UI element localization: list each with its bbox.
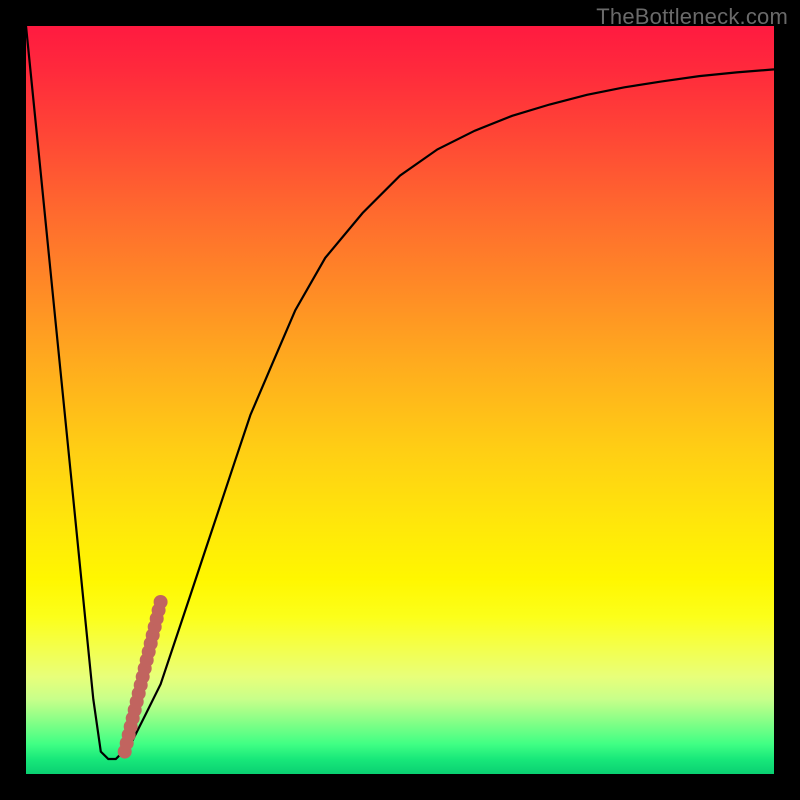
- curve-layer: [26, 26, 774, 774]
- chart-stage: TheBottleneck.com: [0, 0, 800, 800]
- marker-dot: [154, 595, 168, 609]
- plot-area: [26, 26, 774, 774]
- bottleneck-curve: [26, 26, 774, 759]
- marker-segment: [118, 595, 168, 759]
